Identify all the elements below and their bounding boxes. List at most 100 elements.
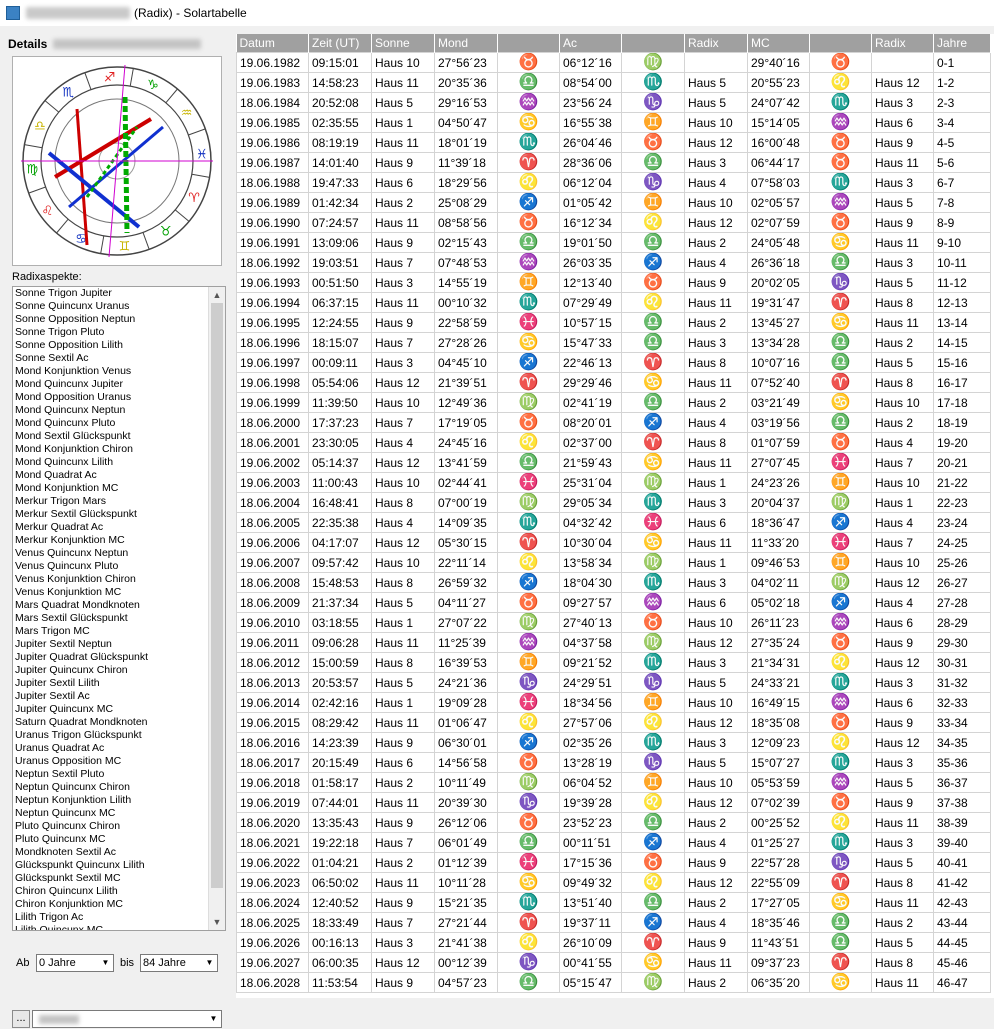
- aspect-item[interactable]: Pluto Quincunx MC: [15, 833, 211, 846]
- table-row[interactable]: 19.06.1987 14:01:40 Haus 9 11°39´18 ♈ 28°36´0…: [236, 152, 991, 173]
- to-age-select[interactable]: 84 Jahre ▼: [140, 954, 218, 972]
- aspect-item[interactable]: Jupiter Sextil Lilith: [15, 677, 211, 690]
- table-row[interactable]: 19.06.1983 14:58:23 Haus 11 20°35´36 ♎ 08°54´…: [236, 72, 991, 93]
- table-row[interactable]: 18.06.2009 21:37:34 Haus 5 04°11´27 ♉ 09°27´5…: [236, 592, 991, 613]
- aspect-item[interactable]: Chiron Konjunktion MC: [15, 898, 211, 911]
- table-row[interactable]: 19.06.1993 00:51:50 Haus 3 14°55´19 ♊ 12°13´4…: [236, 272, 991, 293]
- aspect-item[interactable]: Mars Quadrat Mondknoten: [15, 599, 211, 612]
- aspect-item[interactable]: Merkur Trigon Mars: [15, 495, 211, 508]
- column-header[interactable]: Mond: [434, 34, 498, 53]
- table-row[interactable]: 19.06.2014 02:42:16 Haus 1 19°09´28 ♓ 18°34´5…: [236, 692, 991, 713]
- aspect-item[interactable]: Neptun Quincunx MC: [15, 807, 211, 820]
- table-row[interactable]: 18.06.2008 15:48:53 Haus 8 26°59´32 ♐ 18°04´3…: [236, 572, 991, 593]
- aspect-item[interactable]: Jupiter Sextil Neptun: [15, 638, 211, 651]
- aspect-item[interactable]: Venus Konjunktion MC: [15, 586, 211, 599]
- aspect-item[interactable]: Jupiter Quadrat Glückspunkt: [15, 651, 211, 664]
- aspect-item[interactable]: Sonne Sextil Ac: [15, 352, 211, 365]
- column-header[interactable]: MC: [747, 34, 810, 53]
- aspect-item[interactable]: Mond Opposition Uranus: [15, 391, 211, 404]
- aspect-item[interactable]: Uranus Quadrat Ac: [15, 742, 211, 755]
- aspect-list[interactable]: Sonne Trigon Jupiter Sonne Quincunx Uranu…: [12, 286, 226, 931]
- aspect-item[interactable]: Sonne Opposition Neptun: [15, 313, 211, 326]
- table-row[interactable]: 19.06.2015 08:29:42 Haus 11 01°06´47 ♌ 27°57´…: [236, 712, 991, 733]
- table-row[interactable]: 18.06.2001 23:30:05 Haus 4 24°45´16 ♌ 02°37´0…: [236, 432, 991, 453]
- table-row[interactable]: 18.06.2024 12:40:52 Haus 9 15°21´35 ♏ 13°51´4…: [236, 892, 991, 913]
- column-header[interactable]: Jahre: [933, 34, 991, 53]
- chevron-down-icon[interactable]: ▼: [206, 1011, 221, 1027]
- aspect-list-scrollbar[interactable]: ▲ ▼: [208, 287, 225, 930]
- aspect-item[interactable]: Sonne Trigon Jupiter: [15, 287, 211, 300]
- table-row[interactable]: 19.06.2010 03:18:55 Haus 1 27°07´22 ♍ 27°40´1…: [236, 612, 991, 633]
- aspect-item[interactable]: Sonne Trigon Pluto: [15, 326, 211, 339]
- column-header[interactable]: Radix: [684, 34, 748, 53]
- aspect-item[interactable]: Mond Quincunx Lilith: [15, 456, 211, 469]
- aspect-item[interactable]: Mond Konjunktion Chiron: [15, 443, 211, 456]
- table-row[interactable]: 19.06.2006 04:17:07 Haus 12 05°30´15 ♈ 10°30´…: [236, 532, 991, 553]
- aspect-item[interactable]: Lilith Trigon Ac: [15, 911, 211, 924]
- aspect-item[interactable]: Mond Konjunktion Venus: [15, 365, 211, 378]
- table-row[interactable]: 18.06.2021 19:22:18 Haus 7 06°01´49 ♎ 00°11´5…: [236, 832, 991, 853]
- chevron-down-icon[interactable]: ▼: [202, 955, 217, 971]
- table-row[interactable]: 19.06.2011 09:06:28 Haus 11 11°25´39 ♒ 04°37´…: [236, 632, 991, 653]
- scroll-down-icon[interactable]: ▼: [209, 914, 225, 930]
- aspect-item[interactable]: Neptun Quincunx Chiron: [15, 781, 211, 794]
- table-row[interactable]: 18.06.2000 17:37:23 Haus 7 17°19´05 ♉ 08°20´0…: [236, 412, 991, 433]
- aspect-item[interactable]: Jupiter Quincunx MC: [15, 703, 211, 716]
- table-row[interactable]: 18.06.2004 16:48:41 Haus 8 07°00´19 ♍ 29°05´3…: [236, 492, 991, 513]
- table-row[interactable]: 19.06.2007 09:57:42 Haus 10 22°11´14 ♌ 13°58´…: [236, 552, 991, 573]
- table-row[interactable]: 19.06.1982 09:15:01 Haus 10 27°56´23 ♉ 06°12´…: [236, 52, 991, 73]
- aspect-item[interactable]: Mondknoten Sextil Ac: [15, 846, 211, 859]
- column-header[interactable]: Zeit (UT): [308, 34, 372, 53]
- table-row[interactable]: 18.06.1992 19:03:51 Haus 7 07°48´53 ♒ 26°03´3…: [236, 252, 991, 273]
- aspect-item[interactable]: Merkur Konjunktion MC: [15, 534, 211, 547]
- column-header[interactable]: [621, 34, 685, 53]
- table-row[interactable]: 19.06.1986 08:19:19 Haus 11 18°01´19 ♏ 26°04´…: [236, 132, 991, 153]
- radix-chart[interactable]: ♈ ♉ ♊ ♋ ♌ ♍ ♎ ♏ ♐ ♑ ♒ ♓: [12, 56, 222, 266]
- table-row[interactable]: 19.06.1999 11:39:50 Haus 10 12°49´36 ♍ 02°41´…: [236, 392, 991, 413]
- table-row[interactable]: 19.06.2026 00:16:13 Haus 3 21°41´38 ♌ 26°10´0…: [236, 932, 991, 953]
- aspect-item[interactable]: Neptun Konjunktion Lilith: [15, 794, 211, 807]
- table-row[interactable]: 19.06.2018 01:58:17 Haus 2 10°11´49 ♍ 06°04´5…: [236, 772, 991, 793]
- aspect-item[interactable]: Venus Quincunx Pluto: [15, 560, 211, 573]
- table-row[interactable]: 19.06.1997 00:09:11 Haus 3 04°45´10 ♐ 22°46´1…: [236, 352, 991, 373]
- aspect-item[interactable]: Jupiter Quincunx Chiron: [15, 664, 211, 677]
- aspect-item[interactable]: Glückspunkt Sextil MC: [15, 872, 211, 885]
- column-header[interactable]: [497, 34, 560, 53]
- aspect-item[interactable]: Uranus Opposition MC: [15, 755, 211, 768]
- table-row[interactable]: 19.06.1985 02:35:55 Haus 1 04°50´47 ♋ 16°55´3…: [236, 112, 991, 133]
- table-row[interactable]: 18.06.2005 22:35:38 Haus 4 14°09´35 ♏ 04°32´4…: [236, 512, 991, 533]
- aspect-item[interactable]: Mond Sextil Glückspunkt: [15, 430, 211, 443]
- table-row[interactable]: 19.06.2002 05:14:37 Haus 12 13°41´59 ♎ 21°59´…: [236, 452, 991, 473]
- aspect-item[interactable]: Mond Quincunx Pluto: [15, 417, 211, 430]
- column-header[interactable]: Sonne: [371, 34, 435, 53]
- table-row[interactable]: 19.06.2003 11:00:43 Haus 10 02°44´41 ♓ 25°31´…: [236, 472, 991, 493]
- from-age-select[interactable]: 0 Jahre ▼: [36, 954, 114, 972]
- table-row[interactable]: 19.06.1994 06:37:15 Haus 11 00°10´32 ♏ 07°29´…: [236, 292, 991, 313]
- place-browse-button[interactable]: ...: [12, 1010, 30, 1028]
- table-row[interactable]: 18.06.1996 18:15:07 Haus 7 27°28´26 ♋ 15°47´3…: [236, 332, 991, 353]
- table-row[interactable]: 18.06.2013 20:53:57 Haus 5 24°21´36 ♑ 24°29´5…: [236, 672, 991, 693]
- aspect-item[interactable]: Sonne Quincunx Uranus: [15, 300, 211, 313]
- table-row[interactable]: 18.06.2012 15:00:59 Haus 8 16°39´53 ♊ 09°21´5…: [236, 652, 991, 673]
- table-row[interactable]: 19.06.2022 01:04:21 Haus 2 01°12´39 ♓ 17°15´3…: [236, 852, 991, 873]
- table-row[interactable]: 19.06.2023 06:50:02 Haus 11 10°11´28 ♋ 09°49´…: [236, 872, 991, 893]
- table-row[interactable]: 19.06.1995 12:24:55 Haus 9 22°58´59 ♓ 10°57´1…: [236, 312, 991, 333]
- aspect-item[interactable]: Jupiter Sextil Ac: [15, 690, 211, 703]
- aspect-item[interactable]: Sonne Opposition Lilith: [15, 339, 211, 352]
- aspect-item[interactable]: Pluto Quincunx Chiron: [15, 820, 211, 833]
- table-row[interactable]: 18.06.2028 11:53:54 Haus 9 04°57´23 ♎ 05°15´4…: [236, 972, 991, 993]
- column-header[interactable]: Radix: [871, 34, 934, 53]
- aspect-item[interactable]: Merkur Sextil Glückspunkt: [15, 508, 211, 521]
- table-row[interactable]: 18.06.1984 20:52:08 Haus 5 29°16´53 ♒ 23°56´2…: [236, 92, 991, 113]
- table-row[interactable]: 18.06.2020 13:35:43 Haus 9 26°12´06 ♉ 23°52´2…: [236, 812, 991, 833]
- aspect-item[interactable]: Merkur Quadrat Ac: [15, 521, 211, 534]
- place-select[interactable]: ▼: [32, 1010, 222, 1028]
- scroll-up-icon[interactable]: ▲: [209, 287, 225, 303]
- aspect-item[interactable]: Mond Konjunktion MC: [15, 482, 211, 495]
- column-header[interactable]: [809, 34, 872, 53]
- aspect-item[interactable]: Venus Konjunktion Chiron: [15, 573, 211, 586]
- aspect-item[interactable]: Mars Trigon MC: [15, 625, 211, 638]
- aspect-item[interactable]: Uranus Trigon Glückspunkt: [15, 729, 211, 742]
- aspect-item[interactable]: Venus Quincunx Neptun: [15, 547, 211, 560]
- aspect-item[interactable]: Neptun Sextil Pluto: [15, 768, 211, 781]
